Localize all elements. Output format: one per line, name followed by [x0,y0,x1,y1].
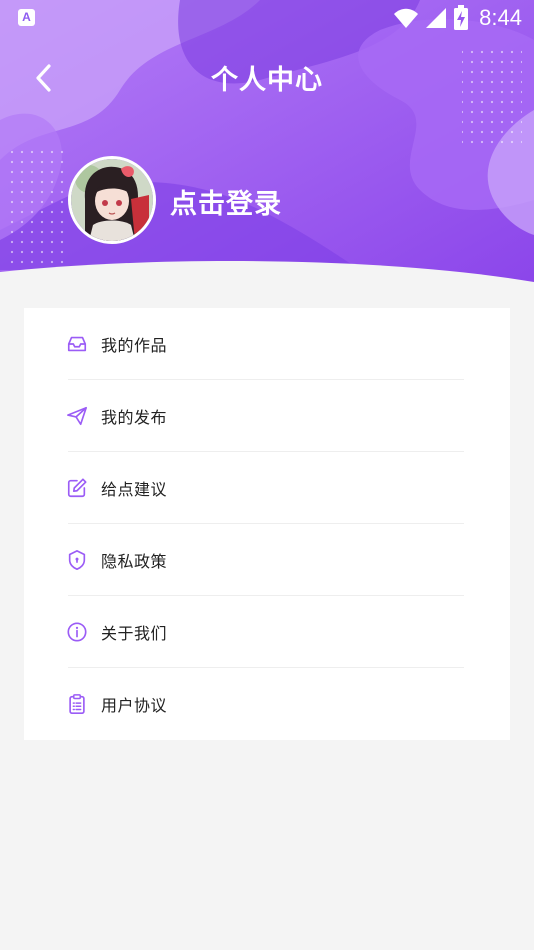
send-icon [67,406,87,426]
header-background [0,0,534,290]
app-indicator: A [18,9,35,26]
menu-item-label: 给点建议 [101,480,168,499]
menu-item-label: 我的作品 [101,336,168,355]
menu-item-label: 我的发布 [101,408,168,427]
battery-charging-icon [454,5,469,30]
avatar[interactable] [68,156,156,244]
clipboard-icon [69,694,85,714]
login-link[interactable]: 点击登录 [170,182,282,221]
menu-item-my-posts[interactable]: 我的发布 [67,380,464,452]
profile-header: A 8:44 个人中心 点击登录 [0,0,534,290]
menu-card: 我的作品 我的发布 给点建议 隐私政策 关于我们 用户协议 [24,308,510,740]
menu-item-label: 用户协议 [101,696,168,715]
menu-item-my-works[interactable]: 我的作品 [67,308,464,380]
status-bar: A 8:44 [0,0,534,36]
menu-item-label: 隐私政策 [101,552,168,571]
edit-icon [67,478,87,498]
status-icons: 8:44 [393,4,522,32]
info-icon [67,622,87,642]
page-title: 个人中心 [211,65,323,96]
menu-item-label: 关于我们 [101,624,168,643]
menu-item-user-agreement[interactable]: 用户协议 [68,668,464,740]
menu-item-privacy-policy[interactable]: 隐私政策 [68,524,464,596]
cellular-signal-icon [426,8,447,28]
avatar-image [71,159,153,241]
wifi-icon [394,8,419,28]
menu-item-about-us[interactable]: 关于我们 [67,596,464,668]
status-time: 8:44 [479,5,522,30]
shield-icon [68,550,86,570]
menu-item-feedback[interactable]: 给点建议 [67,452,464,524]
inbox-icon [67,336,87,352]
